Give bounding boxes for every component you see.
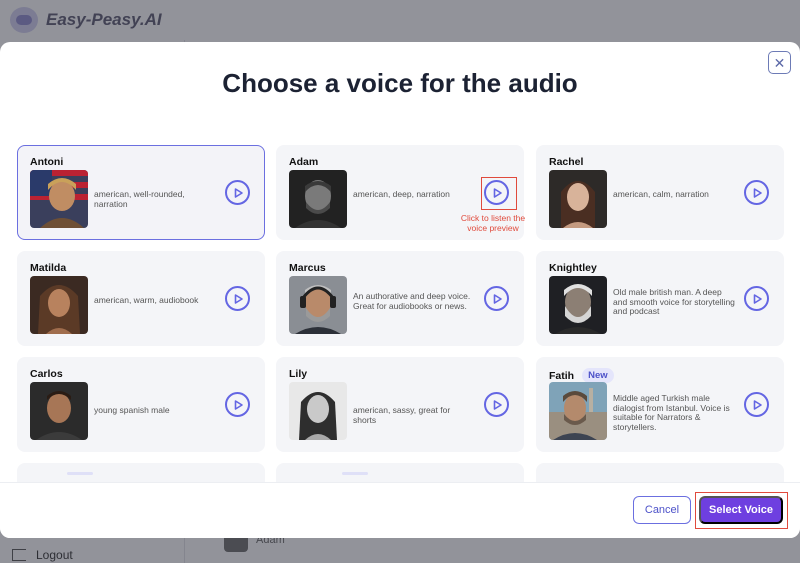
voice-description: american, deep, narration: [353, 189, 450, 199]
play-icon: [753, 293, 762, 304]
play-preview-button[interactable]: [744, 392, 769, 417]
voice-description: american, sassy, great for shorts: [353, 405, 451, 425]
play-icon: [753, 399, 762, 410]
annotation-box: [481, 177, 517, 210]
voice-card-knightley[interactable]: Knightley Old male british man. A deep a…: [536, 251, 784, 346]
voice-name: Matilda: [30, 262, 67, 274]
voice-description: american, warm, audiobook: [94, 295, 199, 305]
voice-avatar: [289, 382, 347, 440]
voice-name: Carlos: [30, 368, 63, 380]
voice-description: young spanish male: [94, 405, 170, 415]
voice-card-marcus[interactable]: Marcus An authorative and deep voice. Gr…: [276, 251, 524, 346]
voice-avatar: [289, 276, 347, 334]
annotation-hint: Click to listen the voice preview: [460, 213, 526, 233]
play-preview-button[interactable]: [744, 286, 769, 311]
voice-description: An authorative and deep voice. Great for…: [353, 291, 471, 311]
voice-description: american, calm, narration: [613, 189, 709, 199]
voice-name-row: Fatih New: [549, 368, 614, 383]
select-voice-button[interactable]: Select Voice: [699, 496, 783, 524]
play-icon: [493, 399, 502, 410]
play-icon: [234, 187, 243, 198]
voice-description: Middle aged Turkish male dialogist from …: [613, 393, 730, 432]
voice-card-partial: [536, 463, 784, 483]
cancel-button[interactable]: Cancel: [633, 496, 691, 524]
play-preview-button[interactable]: [484, 392, 509, 417]
voice-name: Knightley: [549, 262, 597, 274]
voice-avatar: [30, 276, 88, 334]
play-preview-button[interactable]: [225, 286, 250, 311]
play-preview-button[interactable]: [744, 180, 769, 205]
voice-avatar: [30, 170, 88, 228]
play-icon: [493, 293, 502, 304]
voice-description: american, well-rounded, narration: [94, 189, 185, 209]
voice-avatar: [549, 382, 607, 440]
voice-card-partial: [17, 463, 265, 483]
voice-name: Lily: [289, 368, 308, 380]
voice-card-antoni[interactable]: Antoni american, well-rounded, narration: [17, 145, 265, 240]
play-icon: [234, 293, 243, 304]
voice-card-matilda[interactable]: Matilda american, warm, audiobook: [17, 251, 265, 346]
modal-title: Choose a voice for the audio: [222, 68, 578, 98]
voice-card-fatih[interactable]: Fatih New Middle aged Turkish male dialo…: [536, 357, 784, 452]
voice-description: Old male british man. A deep and smooth …: [613, 287, 735, 316]
voice-avatar: [549, 170, 607, 228]
play-preview-button[interactable]: [225, 392, 250, 417]
voice-picker-modal: ✕ Choose a voice for the audio Antoni am…: [0, 42, 800, 538]
play-icon: [234, 399, 243, 410]
play-preview-button[interactable]: [225, 180, 250, 205]
voice-card-carlos[interactable]: Carlos young spanish male: [17, 357, 265, 452]
voice-card-rachel[interactable]: Rachel american, calm, narration: [536, 145, 784, 240]
play-icon: [753, 187, 762, 198]
voice-name: Rachel: [549, 156, 584, 168]
voice-name: Fatih: [549, 369, 575, 382]
voice-card-partial: [276, 463, 524, 483]
voice-name: Adam: [289, 156, 319, 168]
voice-name: Marcus: [289, 262, 326, 274]
modal-footer: Cancel Select Voice: [0, 482, 800, 538]
voice-avatar: [30, 382, 88, 440]
play-preview-button[interactable]: [484, 286, 509, 311]
voice-card-lily[interactable]: Lily american, sassy, great for shorts: [276, 357, 524, 452]
voice-avatar: [549, 276, 607, 334]
voice-avatar: [289, 170, 347, 228]
voice-card-adam[interactable]: Adam american, deep, narration Click to …: [276, 145, 525, 240]
voice-name: Antoni: [30, 156, 64, 168]
new-badge: New: [582, 368, 614, 383]
